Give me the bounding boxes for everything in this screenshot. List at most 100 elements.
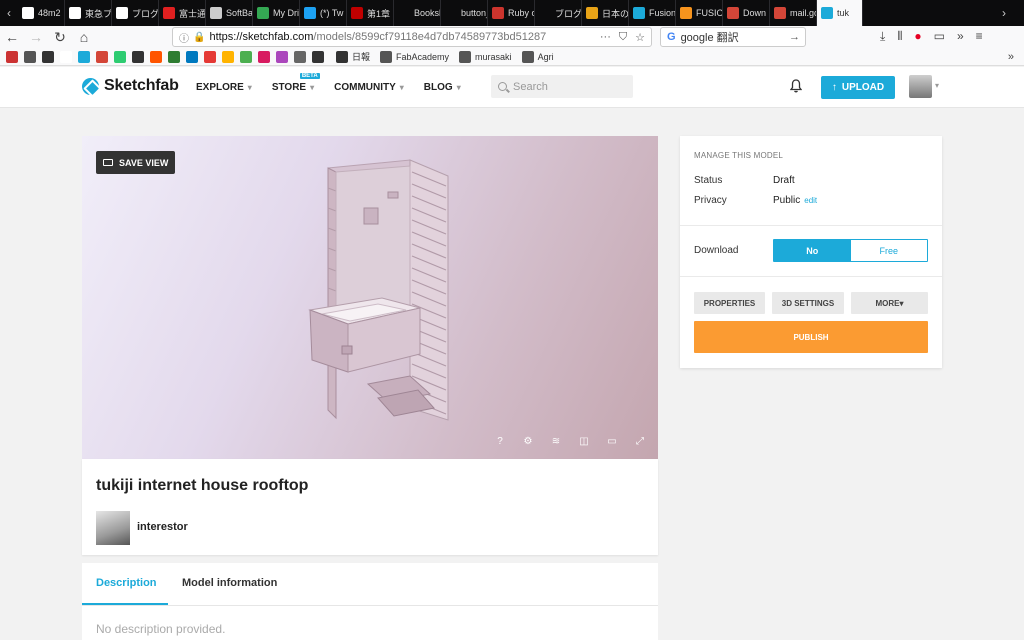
search-bar[interactable]: G google 翻訳 →: [660, 27, 806, 47]
author-avatar[interactable]: [96, 511, 130, 545]
download-no-option[interactable]: No: [774, 240, 851, 261]
help-icon[interactable]: ?: [494, 436, 506, 448]
tab-label: button_to: [461, 8, 487, 18]
browser-tab[interactable]: (*) Tw: [300, 0, 347, 26]
bookmark-icon[interactable]: [42, 50, 54, 63]
publish-button[interactable]: PUBLISH: [694, 321, 928, 353]
divider: [680, 276, 942, 277]
bookmark-icon[interactable]: [294, 50, 306, 63]
browser-tab[interactable]: SoftBa: [206, 0, 253, 26]
bookmark-icon[interactable]: [96, 50, 108, 63]
browser-tab[interactable]: mail.go: [770, 0, 817, 26]
tab-favicon-icon: [257, 7, 269, 19]
bookmark-icon[interactable]: [258, 50, 270, 63]
download-icon[interactable]: ⤓: [880, 29, 885, 44]
browser-tab[interactable]: FUSIO: [676, 0, 723, 26]
chevron-down-icon: ▾: [310, 83, 315, 92]
library-icon[interactable]: ⫴: [897, 29, 902, 44]
browser-tab[interactable]: Down: [723, 0, 770, 26]
bookmark-icon[interactable]: [186, 50, 198, 63]
bookmark-icon[interactable]: [204, 50, 216, 63]
privacy-edit-link[interactable]: edit: [804, 196, 817, 205]
privacy-row: Public edit: [773, 195, 817, 206]
more-button[interactable]: MORE▾: [851, 292, 928, 314]
browser-tab[interactable]: 日本の: [582, 0, 629, 26]
bookmark-star-icon[interactable]: ☆: [635, 31, 645, 44]
overflow-icon[interactable]: »: [957, 29, 964, 44]
menu-icon[interactable]: ≡: [976, 29, 983, 44]
notifications-bell-icon[interactable]: [790, 79, 802, 93]
bookmarks-overflow-icon[interactable]: »: [1008, 51, 1024, 63]
layers-icon[interactable]: ≋: [550, 436, 562, 448]
bookmark-item[interactable]: murasaki: [459, 50, 512, 63]
bookmark-item[interactable]: 日報: [336, 50, 370, 63]
save-view-button[interactable]: SAVE VIEW: [96, 151, 176, 174]
bookmark-icon[interactable]: [114, 50, 126, 63]
browser-tab[interactable]: button_to: [441, 0, 488, 26]
upload-button[interactable]: ↑ UPLOAD: [821, 76, 895, 99]
tab-model-information[interactable]: Model information: [182, 577, 277, 589]
nav-community[interactable]: COMMUNITY ▾: [334, 82, 404, 93]
tab-description[interactable]: Description: [96, 577, 157, 589]
settings-gear-icon[interactable]: ⚙: [522, 436, 534, 448]
sketchfab-logo[interactable]: Sketchfab: [82, 77, 179, 95]
bookmark-icon[interactable]: [6, 50, 18, 63]
browser-tab[interactable]: ブログ: [535, 0, 582, 26]
bookmark-icon[interactable]: [132, 50, 144, 63]
nav-explore[interactable]: EXPLORE ▾: [196, 82, 252, 93]
bookmark-icon[interactable]: [276, 50, 288, 63]
browser-tab[interactable]: 第1章: [347, 0, 394, 26]
forward-icon[interactable]: →: [24, 29, 48, 45]
3d-settings-button[interactable]: 3D SETTINGS: [772, 292, 844, 314]
chevron-down-icon[interactable]: ▾: [935, 81, 939, 90]
browser-tab[interactable]: 48m2: [18, 0, 65, 26]
bookmark-icon[interactable]: [168, 50, 180, 63]
download-label: Download: [694, 245, 739, 256]
back-icon[interactable]: ←: [0, 29, 24, 45]
tab-label: ブログ: [555, 8, 582, 19]
pinterest-icon[interactable]: ●: [914, 29, 921, 44]
bookmark-icon[interactable]: [240, 50, 252, 63]
page-actions-icon[interactable]: ···: [600, 31, 611, 44]
pocket-icon[interactable]: ⛉: [619, 31, 627, 44]
theater-mode-icon[interactable]: ▭: [606, 436, 618, 448]
properties-button[interactable]: PROPERTIES: [694, 292, 765, 314]
browser-tab[interactable]: Bookshelf: [394, 0, 441, 26]
nav-community-label: COMMUNITY: [334, 82, 396, 93]
bookmark-icon[interactable]: [60, 50, 72, 63]
bookmark-icon[interactable]: [24, 50, 36, 63]
vr-icon[interactable]: ◫: [578, 436, 590, 448]
user-avatar[interactable]: [909, 75, 932, 98]
browser-tab[interactable]: 富士通: [159, 0, 206, 26]
nav-blog[interactable]: BLOG ▾: [424, 82, 461, 93]
browser-tab[interactable]: Fusion: [629, 0, 676, 26]
sidebar-icon[interactable]: ▭: [934, 29, 945, 44]
chevron-down-icon: ▾: [456, 83, 461, 92]
nav-blog-label: BLOG: [423, 82, 453, 93]
browser-tab[interactable]: tuk: [817, 0, 863, 26]
nav-store[interactable]: STORE BETA ▾: [272, 73, 320, 93]
search-go-icon[interactable]: →: [789, 31, 805, 43]
tab-scroll-left-icon[interactable]: ‹: [0, 6, 18, 20]
browser-tab[interactable]: Ruby o: [488, 0, 535, 26]
reload-icon[interactable]: ↻: [48, 29, 72, 46]
bookmark-icon[interactable]: [150, 50, 162, 63]
author-name[interactable]: interestor: [137, 521, 188, 533]
bookmark-item[interactable]: Agri: [521, 50, 554, 63]
bookmark-icon[interactable]: [222, 50, 234, 63]
bookmark-item[interactable]: FabAcademy: [380, 50, 449, 63]
bookmark-icon[interactable]: [78, 50, 90, 63]
fullscreen-icon[interactable]: ⤢: [634, 436, 646, 448]
info-icon[interactable]: ⓘ: [179, 30, 189, 45]
browser-tab[interactable]: 東急プ: [65, 0, 112, 26]
tab-favicon-icon: [398, 7, 410, 19]
browser-tab[interactable]: My Dri: [253, 0, 300, 26]
home-icon[interactable]: ⌂: [72, 29, 96, 45]
bookmark-icon[interactable]: [312, 50, 324, 63]
tab-scroll-right-icon[interactable]: ›: [984, 6, 1024, 20]
browser-tab[interactable]: ブログ: [112, 0, 159, 26]
address-bar[interactable]: ⓘ 🔒 https://sketchfab.com/models/8599cf7…: [172, 27, 652, 47]
model-viewer[interactable]: SAVE VIEW ? ⚙ ≋ ◫ ▭ ⤢: [82, 136, 658, 459]
site-search-input[interactable]: Search: [491, 75, 633, 98]
download-free-option[interactable]: Free: [851, 240, 928, 261]
